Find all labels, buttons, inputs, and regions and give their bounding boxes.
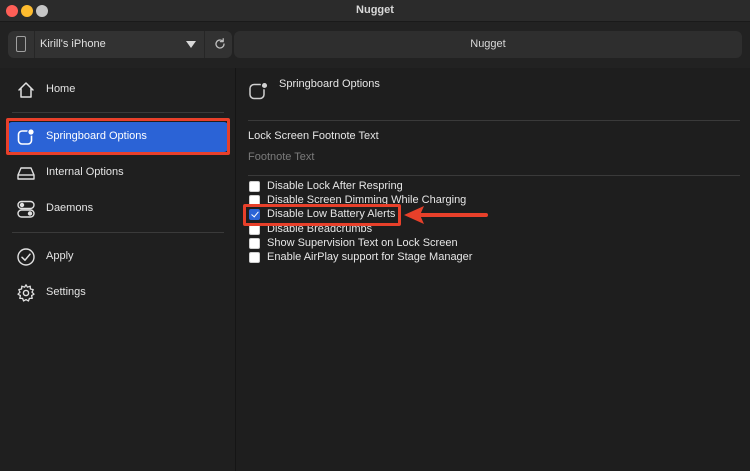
checkbox[interactable] — [249, 181, 260, 192]
option-label: Disable Lock After Respring — [267, 180, 403, 192]
device-selector[interactable]: Kirill's iPhone — [8, 31, 232, 58]
sidebar-item-label: Apply — [46, 250, 74, 262]
divider — [34, 31, 35, 58]
gear-icon — [17, 284, 35, 302]
sidebar-item-label: Home — [46, 83, 76, 95]
window-title: Nugget — [356, 4, 394, 16]
sidebar-item-label: Settings — [46, 286, 86, 298]
toggles-icon — [17, 200, 35, 218]
sidebar-item-internal-options[interactable]: Internal Options — [8, 158, 228, 188]
phone-icon — [16, 36, 26, 52]
main-content: Springboard Options Lock Screen Footnote… — [237, 68, 750, 471]
device-name: Kirill's iPhone — [40, 38, 106, 50]
chevron-down-icon[interactable] — [186, 41, 196, 48]
page-title: Springboard Options — [279, 78, 380, 90]
option-label: Enable AirPlay support for Stage Manager — [267, 251, 473, 263]
refresh-icon[interactable] — [213, 37, 227, 51]
annotation-arrow-icon — [404, 206, 488, 224]
divider — [204, 31, 205, 58]
checkbox[interactable] — [249, 252, 260, 263]
divider — [248, 175, 740, 176]
footnote-text-input[interactable] — [248, 148, 548, 166]
footnote-label: Lock Screen Footnote Text — [248, 130, 379, 142]
sidebar-item-daemons[interactable]: Daemons — [8, 194, 228, 224]
divider — [248, 120, 740, 121]
sidebar-item-home[interactable]: Home — [8, 75, 228, 105]
annotation-highlight-box — [6, 118, 230, 155]
sidebar-item-apply[interactable]: Apply — [8, 242, 228, 272]
house-icon — [18, 82, 34, 98]
drive-icon — [17, 167, 35, 180]
toolbar: Kirill's iPhone Nugget — [0, 22, 750, 68]
app-name-field: Nugget — [234, 31, 742, 58]
checkbox[interactable] — [249, 238, 260, 249]
annotation-highlight-box — [243, 204, 401, 226]
app-name-label: Nugget — [470, 38, 506, 50]
option-label: Show Supervision Text on Lock Screen — [267, 237, 458, 249]
divider — [12, 112, 224, 113]
divider — [12, 232, 224, 233]
sidebar-item-settings[interactable]: Settings — [8, 278, 228, 308]
sidebar-item-label: Internal Options — [46, 166, 124, 178]
title-bar: Nugget — [0, 0, 750, 22]
sidebar-item-label: Daemons — [46, 202, 94, 214]
checkmark-circle-icon — [17, 248, 35, 266]
springboard-icon — [249, 81, 269, 100]
